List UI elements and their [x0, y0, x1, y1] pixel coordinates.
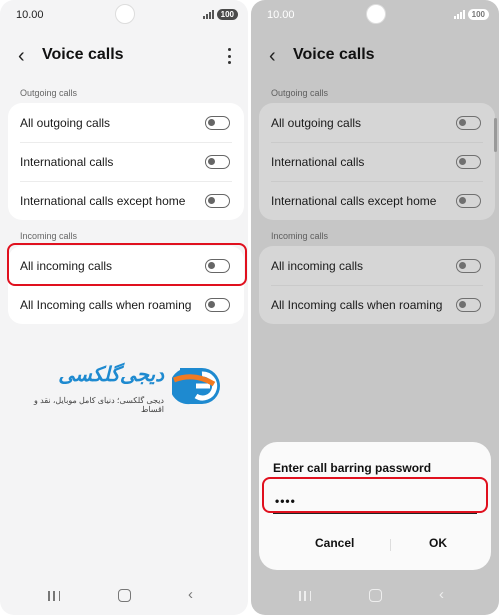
highlight-password-field — [262, 477, 488, 513]
status-bar: 10.00 100 — [251, 0, 499, 28]
setting-label: International calls — [20, 154, 114, 169]
logo-wordmark: دیجی‌گلکسی — [58, 364, 164, 386]
status-icons: 100 — [202, 9, 238, 20]
home-icon[interactable] — [369, 589, 382, 602]
cancel-button[interactable]: Cancel — [315, 536, 354, 550]
setting-row-all-outgoing[interactable]: All outgoing calls — [259, 103, 495, 142]
setting-row-international-except-home[interactable]: International calls except home — [8, 181, 244, 220]
setting-label: International calls except home — [20, 193, 186, 208]
toggle-switch[interactable] — [456, 155, 481, 169]
page-title: Voice calls — [293, 46, 375, 63]
app-bar: ‹ Voice calls — [251, 42, 499, 70]
setting-row-incoming-roaming[interactable]: All Incoming calls when roaming — [259, 285, 495, 324]
battery-badge: 100 — [216, 9, 238, 20]
toggle-switch[interactable] — [456, 116, 481, 130]
setting-label: All Incoming calls when roaming — [271, 297, 443, 312]
status-bar: 10.00 100 — [0, 0, 248, 28]
setting-label: International calls — [271, 154, 365, 169]
toggle-switch[interactable] — [205, 298, 230, 312]
watermark-logo: دیجی‌گلکسی دیجی گلکسی؛ دنیای کامل موبایل… — [24, 362, 230, 414]
setting-row-international-except-home[interactable]: International calls except home — [259, 181, 495, 220]
setting-row-all-incoming[interactable]: All incoming calls — [259, 246, 495, 285]
section-label-incoming: Incoming calls — [271, 231, 329, 241]
back-icon[interactable]: ‹ — [18, 46, 34, 66]
incoming-calls-card: All incoming calls All Incoming calls wh… — [259, 246, 495, 324]
setting-label: All incoming calls — [271, 258, 364, 273]
outgoing-calls-card: All outgoing calls International calls I… — [259, 103, 495, 220]
battery-badge: 100 — [467, 9, 489, 20]
button-divider — [390, 539, 391, 551]
navigation-bar: ‹ — [0, 586, 248, 607]
camera-cutout — [366, 4, 386, 24]
voice-calls-screen-with-dialog: 10.00 100 ‹ Voice calls Outgoing calls A… — [251, 0, 499, 615]
setting-row-international[interactable]: International calls — [8, 142, 244, 181]
outgoing-calls-card: All outgoing calls International calls I… — [8, 103, 244, 220]
voice-calls-screen: 10.00 100 ‹ Voice calls Outgoing calls A… — [0, 0, 248, 615]
setting-label: All Incoming calls when roaming — [20, 297, 192, 312]
setting-label: International calls except home — [271, 193, 437, 208]
camera-cutout — [115, 4, 135, 24]
nav-back-icon[interactable]: ‹ — [439, 586, 444, 603]
signal-icon — [453, 10, 465, 19]
section-label-incoming: Incoming calls — [20, 231, 78, 241]
signal-icon — [202, 10, 214, 19]
scrollbar-thumb[interactable] — [494, 118, 497, 152]
highlight-all-incoming — [7, 243, 247, 286]
recents-icon[interactable] — [48, 591, 60, 601]
setting-row-international[interactable]: International calls — [259, 142, 495, 181]
status-time: 10.00 — [16, 9, 44, 21]
status-time: 10.00 — [267, 9, 295, 21]
toggle-switch[interactable] — [205, 155, 230, 169]
navigation-bar: ‹ — [251, 586, 499, 607]
app-bar: ‹ Voice calls — [0, 42, 248, 70]
section-label-outgoing: Outgoing calls — [271, 88, 329, 98]
setting-row-incoming-roaming[interactable]: All Incoming calls when roaming — [8, 285, 244, 324]
setting-label: All outgoing calls — [271, 115, 362, 130]
toggle-switch[interactable] — [456, 194, 481, 208]
nav-back-icon[interactable]: ‹ — [188, 586, 193, 603]
logo-mark-icon — [172, 368, 220, 405]
back-icon[interactable]: ‹ — [269, 46, 285, 66]
section-label-outgoing: Outgoing calls — [20, 88, 78, 98]
more-options-icon[interactable] — [226, 48, 232, 64]
home-icon[interactable] — [118, 589, 131, 602]
toggle-switch[interactable] — [456, 259, 481, 273]
setting-label: All outgoing calls — [20, 115, 111, 130]
toggle-switch[interactable] — [205, 194, 230, 208]
setting-row-all-outgoing[interactable]: All outgoing calls — [8, 103, 244, 142]
toggle-switch[interactable] — [205, 116, 230, 130]
page-title: Voice calls — [42, 46, 124, 63]
toggle-switch[interactable] — [456, 298, 481, 312]
dialog-title: Enter call barring password — [273, 461, 432, 475]
status-icons: 100 — [453, 9, 489, 20]
ok-button[interactable]: OK — [429, 536, 447, 550]
logo-tagline: دیجی گلکسی؛ دنیای کامل موبایل، نقد و اقس… — [34, 396, 164, 414]
recents-icon[interactable] — [299, 591, 311, 601]
